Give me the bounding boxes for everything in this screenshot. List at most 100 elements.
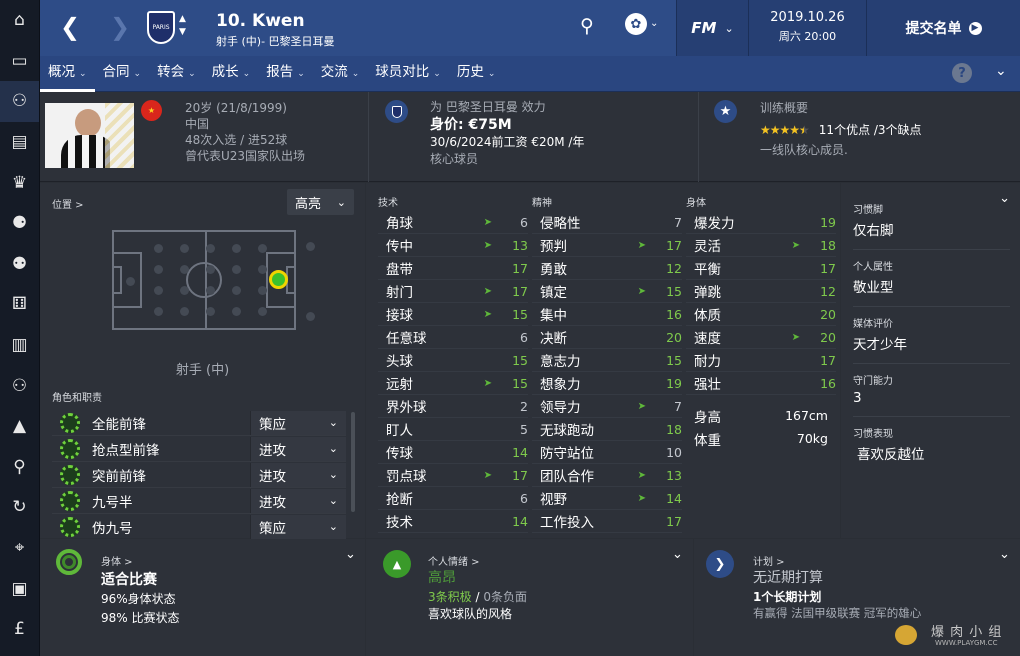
chevron-down-icon[interactable]: ⌄ [999, 191, 1010, 206]
media-description: 媒体评价 天才少年 [853, 307, 1010, 364]
role-suitability-icon [60, 490, 80, 511]
star-rating-fill: ★★★★★ [760, 122, 804, 137]
player-switch-icon[interactable]: ▲ ▼ [179, 13, 186, 39]
tactics-icon[interactable]: ⚅ [0, 284, 39, 325]
chevron-down-icon[interactable]: ⌄ [999, 547, 1010, 562]
attribute-row: 团队合作 ➤ 13 [532, 464, 682, 487]
position-dot [154, 286, 163, 295]
role-row[interactable]: 全能前锋 策应 ⌄ [52, 410, 346, 436]
chevron-down-icon[interactable]: ⌄ [995, 63, 1007, 79]
briefcase-icon[interactable]: ▣ [0, 568, 39, 609]
role-row[interactable]: 九号半 进攻 ⌄ [52, 488, 346, 514]
tab-2[interactable]: 转会 ⌄ [149, 56, 204, 92]
plan-note: 有赢得 法国甲级联赛 冠军的雄心 [753, 606, 922, 620]
search-icon[interactable]: ⚲ [580, 15, 594, 37]
chevron-down-icon[interactable]: ⌄ [345, 547, 356, 562]
tab-3[interactable]: 成长 ⌄ [204, 56, 259, 92]
body-title[interactable]: 身体 > [101, 553, 133, 568]
role-row[interactable]: 突前前锋 进攻 ⌄ [52, 462, 346, 488]
position-dot [180, 286, 189, 295]
physical-title: 身体 [686, 198, 706, 209]
arrow-right-circle-icon: ▶ [968, 21, 982, 35]
player-caps: 48次入选 / 进52球 [185, 133, 288, 147]
position-title[interactable]: 位置 > [52, 196, 84, 211]
staff-icon[interactable]: ⚈ [0, 203, 39, 244]
mental-attributes: 侵略性 7 预判 ➤ 17 勇敢 12 镇定 ➤ 15 集中 16 决断 20 意志力 15 想象力 19 领导力 ➤… [532, 211, 682, 533]
tab-0[interactable]: 概况 ⌄ [40, 56, 95, 92]
info-panel: ⌄ 习惯脚 仅右脚 个人属性 敬业型 媒体评价 天才少年 守门能力 3 习惯表现 喜欢反越… [841, 183, 1020, 538]
role-duty-select[interactable]: 进攻 ⌄ [250, 436, 346, 461]
training-icon[interactable]: ▥ [0, 325, 39, 366]
attribute-row: 视野 ➤ 14 [532, 487, 682, 510]
role-duty-select[interactable]: 进攻 ⌄ [250, 488, 346, 513]
role-row[interactable]: 抢点型前锋 进攻 ⌄ [52, 436, 346, 462]
fm-menu[interactable]: FM ⌄ [676, 0, 748, 56]
arrow-up-icon: ➤ [637, 400, 646, 412]
attribute-row: 盘带 17 [378, 257, 528, 280]
morale-title[interactable]: 个人情绪 > [428, 553, 480, 568]
position-label: 射手 (中) [175, 363, 230, 378]
help-icon[interactable]: ? [952, 63, 972, 83]
attribute-row: 弹跳 12 [686, 280, 836, 303]
position-dot [154, 265, 163, 274]
body-state: 适合比赛 [101, 572, 157, 588]
globe-icon[interactable]: ✿ [625, 13, 647, 35]
tab-4[interactable]: 报告 ⌄ [258, 56, 313, 92]
attribute-row: 平衡 17 [686, 257, 836, 280]
plans-title[interactable]: 计划 > [753, 553, 785, 568]
date-panel[interactable]: 2019.10.26 周六 20:00 [748, 0, 866, 56]
finance-icon[interactable]: £ [0, 609, 39, 650]
squad-icon[interactable]: ⚇ [0, 81, 39, 122]
tab-1[interactable]: 合同 ⌄ [95, 56, 150, 92]
inbox-icon[interactable]: ▭ [0, 41, 39, 82]
club-icon[interactable]: ⚇ [0, 365, 39, 406]
search-icon[interactable]: ⚲ [0, 447, 39, 488]
chevron-down-icon: ⌄ [336, 195, 346, 209]
trophy-icon[interactable]: ♛ [0, 162, 39, 203]
player-name: 10. Kwen [216, 11, 305, 31]
morale-value: 高昂 [428, 570, 456, 586]
forward-arrow-icon[interactable]: ❯ [110, 14, 130, 40]
tab-5[interactable]: 交流 ⌄ [313, 56, 368, 92]
body-condition: 96%身体状态 [101, 592, 176, 606]
keeper-ability: 守门能力 3 [853, 364, 1010, 417]
arrow-up-icon: ➤ [637, 469, 646, 481]
chevron-down-icon[interactable]: ⌄ [672, 547, 683, 562]
chevron-down-icon: ⌄ [328, 468, 338, 481]
location-icon[interactable]: ⌖ [0, 528, 39, 569]
position-dot [232, 286, 241, 295]
u18-icon[interactable]: ⚉ [0, 244, 39, 285]
highlight-select[interactable]: 高亮 ⌄ [287, 189, 354, 215]
attribute-row: 防守站位 10 [532, 441, 682, 464]
tab-7[interactable]: 历史 ⌄ [449, 56, 504, 92]
star-badge-icon: ★ [714, 100, 737, 123]
tab-6[interactable]: 球员对比 ⌄ [367, 56, 449, 92]
player-photo [45, 103, 134, 168]
submit-squad-button[interactable]: 提交名单 ▶ [866, 0, 1020, 56]
globe-dropdown-icon[interactable]: ⌄ [650, 18, 658, 29]
role-duty-select[interactable]: 策应 ⌄ [250, 514, 346, 539]
home-icon[interactable]: ⌂ [0, 0, 39, 41]
position-dot [154, 307, 163, 316]
club-badge-small [385, 100, 408, 123]
transfer-icon[interactable]: ↻ [0, 487, 39, 528]
club-line: 为 巴黎圣日耳曼 效力 [430, 100, 546, 114]
calendar-icon[interactable]: ▤ [0, 122, 39, 163]
pitch-icon[interactable]: ▲ [0, 406, 39, 447]
role-duty-select[interactable]: 进攻 ⌄ [250, 462, 346, 487]
pitch [112, 230, 315, 330]
preferred-foot: 习惯脚 仅右脚 [853, 193, 1010, 250]
roles-scrollbar[interactable] [351, 412, 355, 512]
weight-row: 体重 70kg [694, 431, 828, 449]
arrow-up-icon: ➤ [637, 492, 646, 504]
club-badge[interactable]: PARIS [147, 11, 175, 44]
back-arrow-icon[interactable]: ❮ [60, 14, 80, 40]
attribute-row: 领导力 ➤ 7 [532, 395, 682, 418]
role-duty-select[interactable]: 策应 ⌄ [250, 410, 346, 435]
player-overview-header: ★ 20岁 (21/8/1999) 中国 48次入选 / 进52球 曾代表U23… [40, 92, 1020, 182]
player-contract: 30/6/2024前工资 €20M /年 [430, 135, 585, 149]
attribute-row: 速度 ➤ 20 [686, 326, 836, 349]
position-dot [232, 265, 241, 274]
roles-title: 角色和职责 [52, 393, 102, 404]
role-row[interactable]: 伪九号 策应 ⌄ [52, 514, 346, 540]
